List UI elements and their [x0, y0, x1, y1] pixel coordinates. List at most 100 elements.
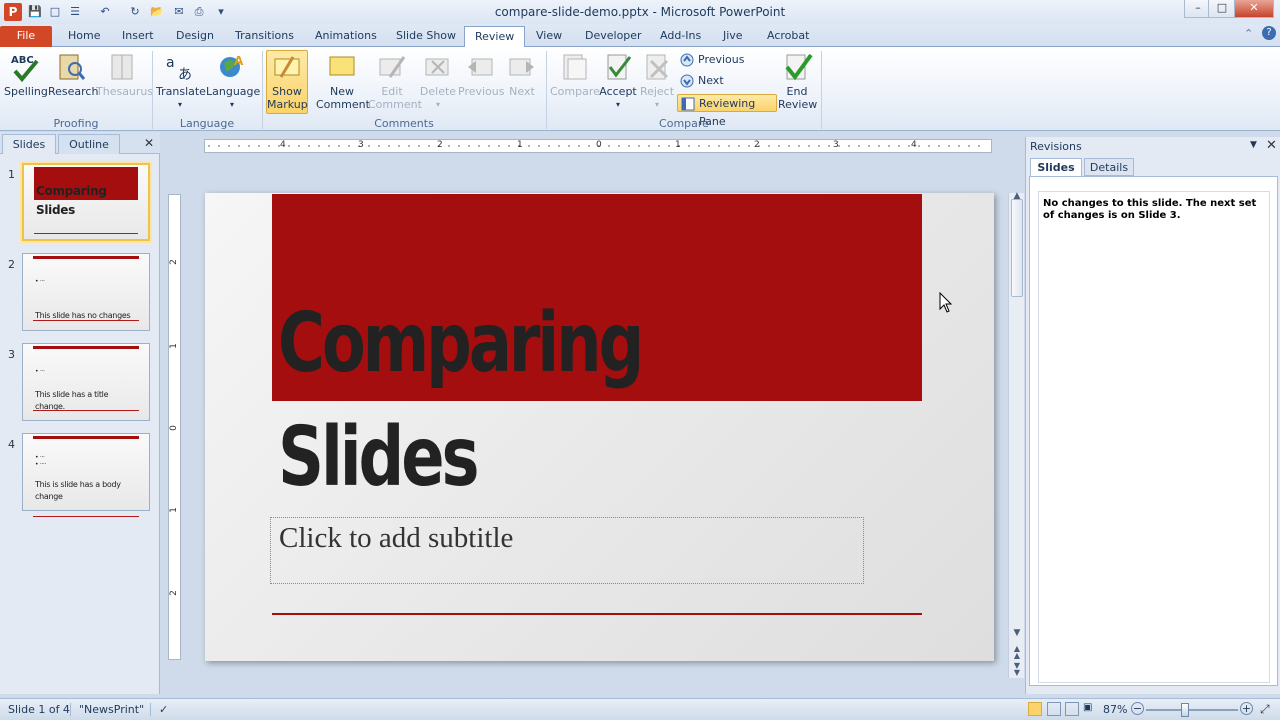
slide-thumbnail-3[interactable]: • ··· This slide has a title change. [22, 343, 150, 421]
edit-comment-button[interactable]: Edit Comment [368, 51, 422, 111]
accept-button[interactable]: Accept ▾ [598, 51, 638, 111]
tab-view[interactable]: View [526, 26, 572, 47]
customize-icon[interactable]: ☰ [66, 3, 84, 21]
reject-dropdown-icon: ▾ [654, 100, 659, 109]
zoom-in-icon[interactable]: + [1240, 702, 1253, 715]
scroll-thumb[interactable] [1011, 199, 1023, 297]
slide-title-line-2[interactable]: Slides [278, 410, 480, 505]
zoom-level[interactable]: 87% [1103, 703, 1127, 716]
ruler-number: 2 [168, 590, 179, 596]
maximize-button[interactable]: □ [1208, 0, 1236, 18]
tab-jive[interactable]: Jive [713, 26, 753, 47]
previous-slide-icon[interactable]: ▲ ▲ [1009, 645, 1025, 660]
normal-view-icon[interactable] [1028, 702, 1042, 716]
delete-comment-button[interactable]: Delete ▾ [418, 51, 458, 111]
undo-icon[interactable]: ↶ [96, 3, 114, 21]
vertical-ruler: 2 1 0 1 2 [168, 194, 181, 660]
tab-acrobat[interactable]: Acrobat [757, 26, 819, 47]
tab-file[interactable]: File [0, 26, 52, 47]
comments-group-label: Comments [374, 117, 434, 130]
slides-pane-tabs: Slides Outline ✕ [0, 132, 160, 154]
slides-pane: Slides Outline ✕ 1 Comparing Slides 2 • … [0, 132, 160, 694]
slide-thumbnail-1[interactable]: Comparing Slides [22, 163, 150, 241]
reviewing-pane-button[interactable]: Reviewing Pane [677, 94, 777, 128]
slide-thumbnail-4[interactable]: • ··· • ···· This is slide has a body ch… [22, 433, 150, 517]
spell-check-icon[interactable]: ✓ [150, 703, 168, 716]
tab-add-ins[interactable]: Add-Ins [650, 26, 711, 47]
tab-review[interactable]: Review [464, 26, 526, 48]
thumb-rule [33, 410, 139, 411]
vertical-scrollbar[interactable]: ▲ ▼ ▲ ▲ ▼ ▼ [1008, 191, 1025, 678]
delete-label: Delete [419, 85, 457, 98]
tab-insert[interactable]: Insert [112, 26, 164, 47]
previous-comment-button[interactable]: Previous [458, 51, 505, 98]
close-pane-icon[interactable]: ✕ [1266, 138, 1277, 153]
slide-thumbnail-2[interactable]: • ··· This slide has no changes [22, 253, 150, 331]
fit-to-window-icon[interactable]: ⤢ [1260, 702, 1270, 717]
open-folder-icon[interactable]: 📂 [148, 3, 166, 21]
accept-label: Accept [599, 85, 637, 98]
tab-home[interactable]: Home [58, 26, 110, 47]
thesaurus-button[interactable]: Thesaurus [96, 51, 153, 98]
spelling-button[interactable]: ABC Spelling [4, 51, 48, 98]
ruler-number: 1 [517, 140, 523, 150]
slide-title-line-1[interactable]: Comparing [278, 296, 644, 391]
language-button[interactable]: A Language ▾ [206, 51, 260, 111]
slide-sorter-icon[interactable] [1047, 702, 1061, 716]
print-icon[interactable]: ⎙ [190, 3, 208, 21]
help-icon[interactable]: ? [1262, 26, 1276, 40]
previous-change-button[interactable]: Previous [680, 51, 745, 69]
tab-slides[interactable]: Slides [2, 134, 56, 154]
tab-outline[interactable]: Outline [58, 134, 120, 154]
language-icon: A [220, 54, 244, 77]
new-comment-button[interactable]: New Comment [316, 51, 370, 111]
close-pane-icon[interactable]: ✕ [142, 136, 156, 150]
compare-button[interactable]: Compare [550, 51, 600, 98]
tab-revisions-slides[interactable]: Slides [1030, 158, 1082, 176]
svg-text:ABC: ABC [11, 55, 34, 66]
svg-text:あ: あ [178, 67, 192, 83]
slide-number: 1 [8, 168, 15, 181]
thumb-text-2: change [35, 492, 63, 501]
new-file-icon[interactable]: □ [46, 3, 64, 21]
slide-number: 2 [8, 258, 15, 271]
scroll-down-icon[interactable]: ▼ [1009, 628, 1025, 638]
group-separator [821, 51, 822, 129]
zoom-out-icon[interactable]: − [1131, 702, 1144, 715]
tab-transitions[interactable]: Transitions [225, 26, 304, 47]
slideshow-view-icon[interactable]: ▣ [1083, 702, 1092, 713]
next-slide-icon[interactable]: ▼ ▼ [1009, 662, 1025, 677]
zoom-slider-thumb[interactable] [1181, 703, 1190, 717]
next-label: Next [509, 85, 535, 98]
pane-options-dropdown-icon[interactable]: ▼ [1250, 140, 1257, 150]
theme-name-status[interactable]: "NewsPrint" [70, 703, 144, 716]
reject-button[interactable]: Reject ▾ [638, 51, 676, 111]
next-change-button[interactable]: Next [680, 72, 724, 90]
research-button[interactable]: Research [48, 51, 98, 98]
zoom-slider-track[interactable] [1146, 709, 1238, 711]
subtitle-placeholder-text[interactable]: Click to add subtitle [279, 522, 513, 555]
next-comment-button[interactable]: Next [504, 51, 540, 98]
save-icon[interactable]: 💾 [26, 3, 44, 21]
email-icon[interactable]: ✉ [170, 3, 188, 21]
close-button[interactable]: ✕ [1234, 0, 1274, 18]
reading-view-icon[interactable] [1065, 702, 1079, 716]
translate-icon: aあ [166, 55, 192, 83]
ruler-number: 1 [168, 507, 179, 513]
tab-slide-show[interactable]: Slide Show [386, 26, 466, 47]
redo-icon[interactable]: ↻ [126, 3, 144, 21]
qat-dropdown-icon[interactable]: ▾ [212, 3, 230, 21]
research-label: Research [48, 85, 99, 98]
tab-animations[interactable]: Animations [305, 26, 387, 47]
tab-design[interactable]: Design [166, 26, 224, 47]
ruler-number: 2 [437, 140, 443, 150]
minimize-ribbon-icon[interactable]: ⌃ [1244, 27, 1253, 40]
revisions-message: No changes to this slide. The next set o… [1038, 191, 1270, 683]
show-markup-button[interactable]: Show Markup [266, 50, 308, 114]
end-review-button[interactable]: End Review [778, 51, 817, 111]
powerpoint-app-icon[interactable]: P [4, 3, 22, 21]
translate-button[interactable]: aあ Translate ▾ [156, 51, 206, 111]
revisions-pane-title: Revisions [1030, 140, 1082, 153]
tab-developer[interactable]: Developer [575, 26, 652, 47]
tab-revisions-details[interactable]: Details [1084, 158, 1134, 176]
